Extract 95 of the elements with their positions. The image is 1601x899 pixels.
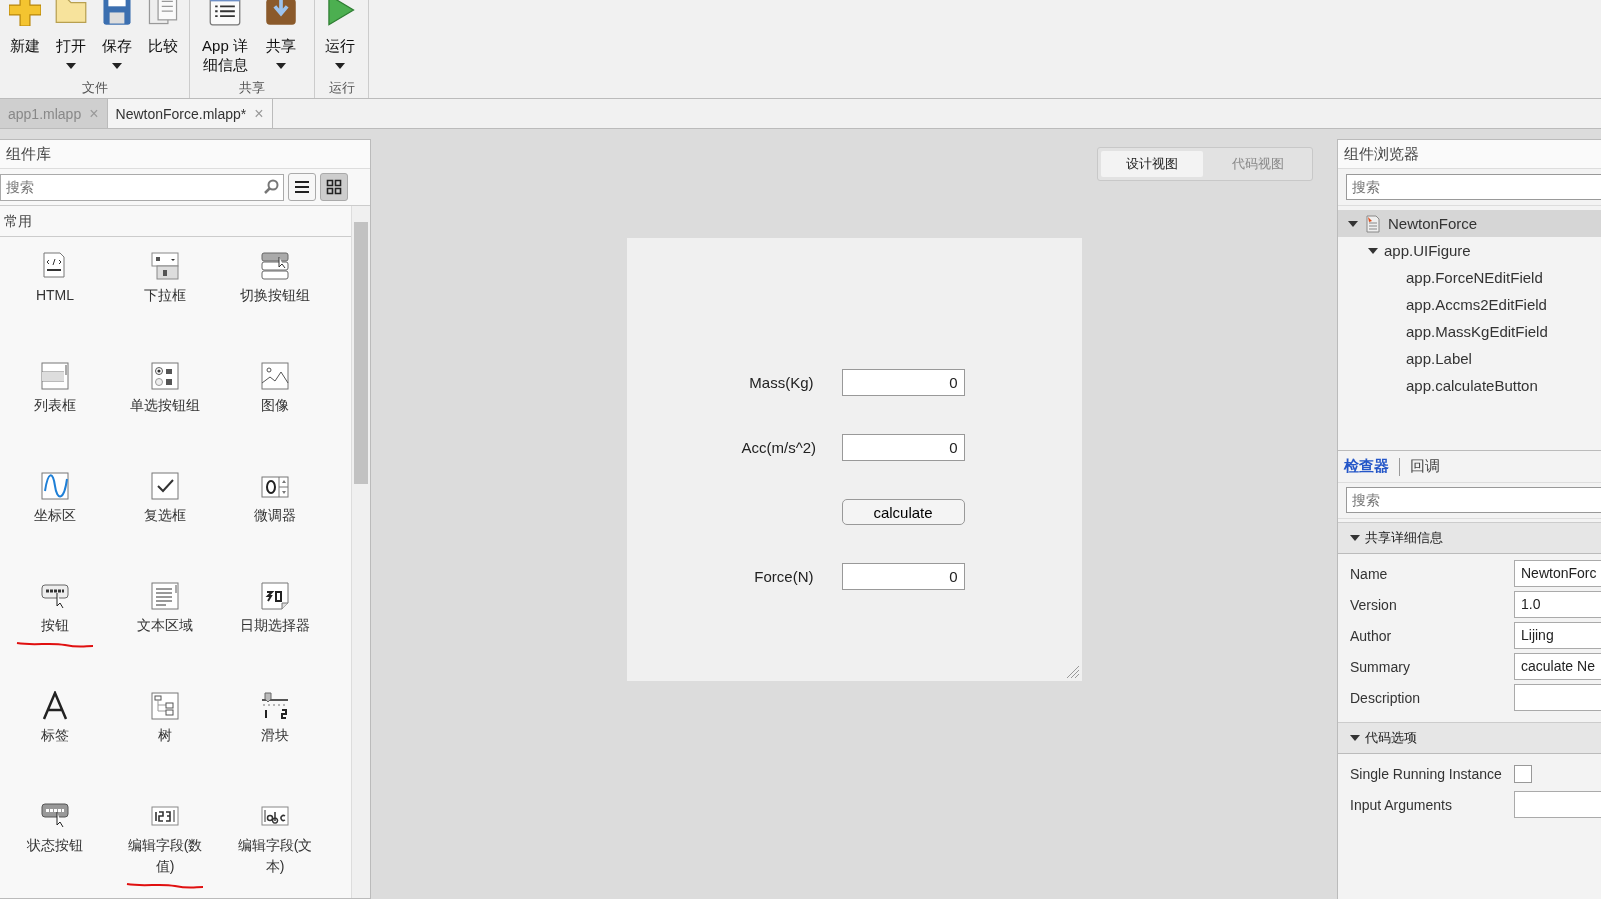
section-title: 共享详细信息 [1365,529,1443,547]
component-label[interactable]: 文本区域 [120,615,210,636]
expand-arrow-icon[interactable] [1350,535,1360,541]
tree-icon[interactable] [150,691,180,721]
section-label: 共享 [238,79,266,97]
scrollbar[interactable] [351,206,370,898]
property-label: Version [1349,596,1398,613]
expand-arrow-icon[interactable] [1350,735,1360,741]
expand-arrow-icon[interactable] [1368,247,1378,254]
view-tab[interactable]: 设计视图 [1101,151,1203,177]
component-label[interactable]: 单选按钮组 [120,395,210,416]
calendar-icon[interactable] [260,581,290,611]
slider-icon[interactable] [260,691,290,721]
search-field[interactable]: 搜索 [1346,174,1601,200]
tree-item[interactable]: app.Accms2EditField [1338,291,1601,318]
panel-title: 组件浏览器 [1338,140,1601,169]
list-view-button[interactable] [288,173,316,201]
property-field[interactable] [1514,684,1601,711]
field-label: Acc(m/s^2) [741,439,818,456]
dropdown-icon[interactable] [150,251,180,281]
component-label[interactable]: 复选框 [120,505,210,526]
toolbar-button[interactable]: 比较 [140,0,186,79]
button-group-icon[interactable] [260,251,290,281]
numeric-field[interactable]: 0 [841,369,965,396]
tree-item[interactable]: app.UIFigure [1338,237,1601,264]
section-title: 代码选项 [1365,729,1417,747]
letter-a-icon[interactable] [40,691,70,721]
text-area-icon[interactable] [150,581,180,611]
component-label[interactable]: 按钮 [10,615,100,636]
property-label: Summary [1349,658,1411,675]
property-field[interactable]: caculate Ne [1514,653,1601,680]
toolbar-button[interactable]: 打开 [48,0,94,79]
inspector-tab[interactable]: 检查器 [1344,457,1389,476]
toolbar-button[interactable]: 保存 [94,0,140,79]
floppy-icon [101,0,133,26]
list-lines-icon [294,180,310,194]
tree-item[interactable]: NewtonForce [1338,210,1601,237]
property-field[interactable]: NewtonForc [1514,560,1601,587]
component-label[interactable]: 列表框 [10,395,100,416]
component-label[interactable]: 下拉框 [120,285,210,306]
component-label[interactable]: HTML [10,285,100,306]
numeric-field[interactable]: 0 [841,434,965,461]
component-label[interactable]: 图像 [230,395,320,416]
component-label[interactable]: 微调器 [230,505,320,526]
axes-icon[interactable] [40,471,70,501]
tree-item[interactable]: app.Label [1338,345,1601,372]
search-field[interactable]: 搜索 [0,173,284,201]
property-field[interactable]: 1.0 [1514,591,1601,618]
grid-view-button[interactable] [320,173,348,201]
field-label: Force(N) [753,568,815,585]
toolbar-button[interactable]: 运行 [317,0,363,79]
folder-icon [55,0,87,26]
checkbox-icon[interactable] [150,471,180,501]
property-label: Description [1349,689,1422,706]
component-label[interactable]: 编辑字段(数值) [120,835,210,877]
section-label: 文件 [80,79,109,97]
property-label: Author [1349,627,1393,644]
app-file-icon [1364,214,1382,233]
numeric-field[interactable]: 0 [841,563,965,590]
component-label[interactable]: 坐标区 [10,505,100,526]
image-icon[interactable] [260,361,290,391]
plus-icon [9,0,41,26]
toolbar-button[interactable]: App 详细信息 [192,0,258,79]
tree-item[interactable]: app.ForceNEditField [1338,264,1601,291]
grid-squares-icon [326,179,342,195]
property-label: Input Arguments [1349,796,1453,813]
inspector-tab[interactable]: 回调 [1410,457,1440,476]
component-label[interactable]: 切换按钮组 [230,285,320,306]
expand-arrow-icon[interactable] [1348,220,1358,227]
component-label[interactable]: 树 [120,725,210,746]
category-header: 常用 [0,206,351,237]
component-label[interactable]: 状态按钮 [10,835,100,856]
field-label: Mass(Kg) [748,374,815,391]
component-label[interactable]: 日期选择器 [230,615,320,636]
property-label: Name [1349,565,1389,582]
section-header[interactable]: 共享详细信息 [1338,522,1601,554]
component-label[interactable]: 滑块 [230,725,320,746]
property-label: Single Running Instance [1349,765,1503,782]
section-header[interactable]: 代码选项 [1338,722,1601,754]
tree-item[interactable]: app.calculateButton [1338,372,1601,399]
box-icon [265,0,297,26]
component-label[interactable]: 编辑字段(文本) [230,835,320,877]
property-field[interactable]: Lijing [1514,622,1601,649]
checkbox[interactable] [1514,764,1532,783]
toolbar-button[interactable]: 共享 [258,0,304,79]
push-button-icon[interactable] [40,581,70,611]
calculate-button[interactable]: calculate [841,499,965,525]
property-field[interactable] [1514,791,1601,818]
component-label[interactable]: 标签 [10,725,100,746]
search-field[interactable]: 搜索 [1346,487,1601,513]
toolbar-button[interactable]: 新建 [2,0,48,79]
search-icon [263,178,279,195]
tree-item[interactable]: app.MassKgEditField [1338,318,1601,345]
section-label: 运行 [327,79,356,97]
radio-group-icon[interactable] [150,361,180,391]
